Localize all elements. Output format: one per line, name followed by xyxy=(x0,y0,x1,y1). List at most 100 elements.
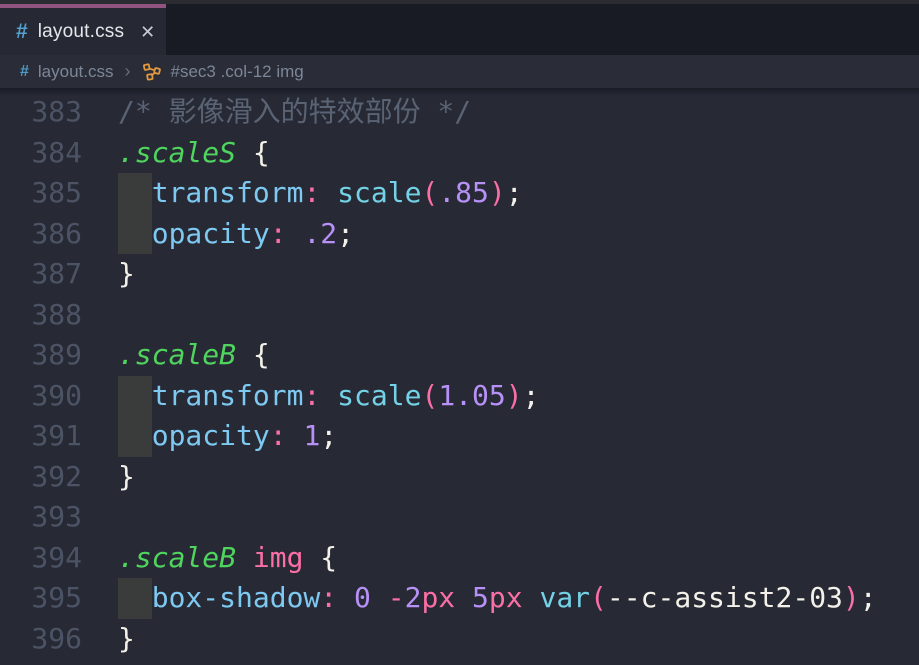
code-line-content[interactable]: } xyxy=(82,457,919,498)
code-token xyxy=(320,176,337,209)
code-token: ; xyxy=(523,379,540,412)
css-file-icon-small: # xyxy=(20,63,29,81)
code-token: 1 xyxy=(303,419,320,452)
indent-highlight xyxy=(118,214,152,255)
code-line[interactable]: 390 transform: scale(1.05); xyxy=(0,376,919,417)
code-token: px xyxy=(489,581,523,614)
code-line[interactable]: 385 transform: scale(.85); xyxy=(0,173,919,214)
code-token: } xyxy=(118,460,135,493)
code-line[interactable]: 383 /* 影像滑入的特效部份 */ xyxy=(0,92,919,133)
code-token: ; xyxy=(337,217,354,250)
code-token: .2 xyxy=(303,217,337,250)
line-number: 395 xyxy=(0,578,82,619)
code-line[interactable]: 387} xyxy=(0,254,919,295)
editor-tab-bar: # layout.css ✕ xyxy=(0,4,919,55)
tab-label: layout.css xyxy=(38,21,124,43)
code-token: 5 xyxy=(472,581,489,614)
tab-layout-css[interactable]: # layout.css ✕ xyxy=(0,4,166,55)
line-number: 388 xyxy=(0,295,82,336)
code-token xyxy=(236,541,253,574)
breadcrumb-file[interactable]: layout.css xyxy=(38,62,114,82)
code-token: /* 影像滑入的特效部份 */ xyxy=(118,95,471,128)
line-number: 392 xyxy=(0,457,82,498)
code-token xyxy=(337,581,354,614)
code-line-content[interactable]: transform: scale(.85); xyxy=(82,173,919,214)
code-token: } xyxy=(118,622,135,655)
code-line[interactable]: 395 box-shadow: 0 -2px 5px var(--c-assis… xyxy=(0,578,919,619)
code-line[interactable]: 391 opacity: 1; xyxy=(0,416,919,457)
code-line-content[interactable]: .scaleB { xyxy=(82,335,919,376)
code-token: ( xyxy=(421,379,438,412)
code-token: 2 xyxy=(405,581,422,614)
code-line-content[interactable]: .scaleS { xyxy=(82,133,919,174)
line-number: 393 xyxy=(0,497,82,538)
line-number: 383 xyxy=(0,92,82,133)
code-token: scale xyxy=(337,379,421,412)
code-token: ) xyxy=(843,581,860,614)
code-token: img xyxy=(253,541,304,574)
code-token: transform xyxy=(152,379,304,412)
code-token: : xyxy=(270,217,287,250)
line-number: 389 xyxy=(0,335,82,376)
line-number: 390 xyxy=(0,376,82,417)
code-token: .scaleB xyxy=(118,338,236,371)
code-line-content[interactable]: /* 影像滑入的特效部份 */ xyxy=(82,92,919,133)
code-line[interactable]: 389.scaleB { xyxy=(0,335,919,376)
code-token: : xyxy=(303,379,320,412)
code-line-content[interactable]: } xyxy=(82,619,919,660)
code-token: { xyxy=(236,338,270,371)
code-line-content[interactable]: .scaleB img { xyxy=(82,538,919,579)
code-line-content[interactable]: box-shadow: 0 -2px 5px var(--c-assist2-0… xyxy=(82,578,919,619)
code-token: scale xyxy=(337,176,421,209)
code-token: ( xyxy=(421,176,438,209)
code-token xyxy=(287,217,304,250)
css-file-icon: # xyxy=(16,20,28,44)
code-token: .scaleS xyxy=(118,136,236,169)
code-line[interactable]: 386 opacity: .2; xyxy=(0,214,919,255)
code-line-content[interactable]: transform: scale(1.05); xyxy=(82,376,919,417)
code-token: px xyxy=(421,581,455,614)
code-token: { xyxy=(303,541,337,574)
code-token: ; xyxy=(506,176,523,209)
code-token: ; xyxy=(860,581,877,614)
code-line[interactable]: 388 xyxy=(0,295,919,336)
code-token: --c-assist2-03 xyxy=(607,581,843,614)
indent-highlight xyxy=(118,376,152,417)
code-token: ; xyxy=(320,419,337,452)
code-token: : xyxy=(270,419,287,452)
line-number: 396 xyxy=(0,619,82,660)
code-token: .85 xyxy=(438,176,489,209)
breadcrumb-symbol-path[interactable]: #sec3 .col-12 img xyxy=(171,62,304,82)
code-line-content[interactable]: } xyxy=(82,254,919,295)
code-token: - xyxy=(388,581,405,614)
close-tab-icon[interactable]: ✕ xyxy=(140,23,155,41)
code-token: 1.05 xyxy=(438,379,505,412)
code-editor[interactable]: 383/* 影像滑入的特效部份 */384.scaleS {385 transf… xyxy=(0,88,919,665)
code-token: { xyxy=(236,136,270,169)
breadcrumb-separator: › xyxy=(125,61,131,82)
code-line-content[interactable]: opacity: .2; xyxy=(82,214,919,255)
code-line[interactable]: 393 xyxy=(0,497,919,538)
code-token: transform xyxy=(152,176,304,209)
line-number: 391 xyxy=(0,416,82,457)
code-line-content[interactable] xyxy=(82,295,919,336)
code-token xyxy=(371,581,388,614)
code-token: opacity xyxy=(152,419,270,452)
code-line-content[interactable]: opacity: 1; xyxy=(82,416,919,457)
code-token: box-shadow xyxy=(152,581,321,614)
code-line-content[interactable] xyxy=(82,497,919,538)
code-line[interactable]: 384.scaleS { xyxy=(0,133,919,174)
code-token: : xyxy=(303,176,320,209)
line-number: 387 xyxy=(0,254,82,295)
code-token: 0 xyxy=(354,581,371,614)
code-token: ( xyxy=(590,581,607,614)
code-token xyxy=(523,581,540,614)
code-lines: 383/* 影像滑入的特效部份 */384.scaleS {385 transf… xyxy=(0,92,919,659)
line-number: 384 xyxy=(0,133,82,174)
code-line[interactable]: 392} xyxy=(0,457,919,498)
indent-highlight xyxy=(118,416,152,457)
css-ruleset-symbol-icon xyxy=(142,62,162,82)
code-line[interactable]: 396} xyxy=(0,619,919,660)
code-line[interactable]: 394.scaleB img { xyxy=(0,538,919,579)
code-token: ) xyxy=(489,176,506,209)
